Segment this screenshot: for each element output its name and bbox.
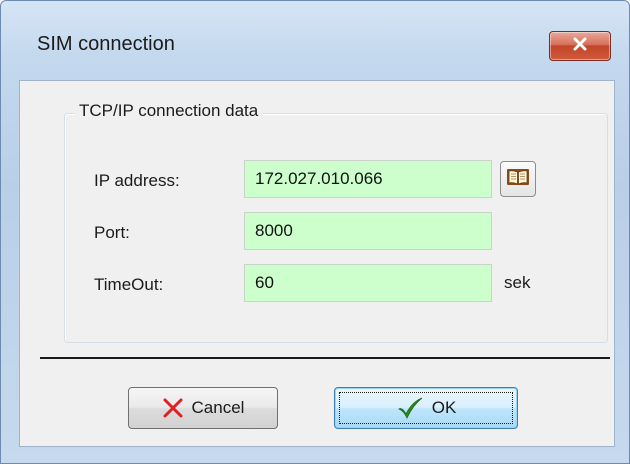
port-label: Port: [94,223,130,242]
cancel-button[interactable]: Cancel [128,387,278,429]
red-x-icon [162,397,184,419]
ok-button[interactable]: OK [334,387,518,429]
dialog-window: SIM connection TCP/IP connection data IP… [0,0,630,464]
focus-rectangle [339,392,513,424]
port-input[interactable] [244,212,492,250]
cancel-button-label: Cancel [191,398,245,417]
timeout-input[interactable] [244,264,492,302]
timeout-unit-label: sek [504,273,531,292]
window-title: SIM connection [37,33,175,55]
groupbox-title: TCP/IP connection data [74,101,264,121]
dialog-client-area: TCP/IP connection data IP address: Port:… [19,80,615,447]
address-book-button[interactable] [500,161,536,197]
close-button[interactable] [549,31,611,61]
timeout-label: TimeOut: [94,275,164,294]
ip-address-label: IP address: [94,171,180,190]
separator-line [40,357,610,359]
ip-address-input[interactable] [244,160,492,198]
close-icon [572,37,588,56]
address-book-icon [506,167,530,192]
title-bar[interactable]: SIM connection [1,1,629,79]
